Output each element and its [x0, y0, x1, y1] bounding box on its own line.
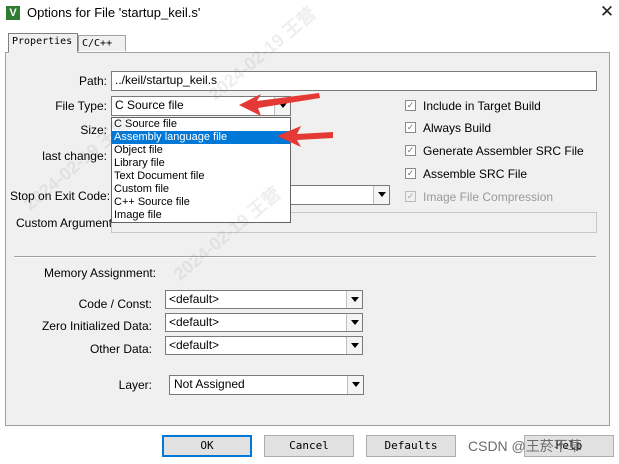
app-icon: V: [6, 6, 20, 20]
assemble-src-checkbox[interactable]: ✓: [405, 168, 416, 179]
layer-value: Not Assigned: [174, 377, 245, 391]
tab-properties[interactable]: Properties: [8, 33, 78, 53]
other-data-label: Other Data:: [89, 342, 152, 356]
include-target-label: Include in Target Build: [423, 99, 541, 113]
include-target-checkbox[interactable]: ✓: [405, 100, 416, 111]
tab-c-cpp[interactable]: C/C++: [78, 35, 126, 51]
generate-asm-src-checkbox[interactable]: ✓: [405, 145, 416, 156]
image-compression-label: Image File Compression: [423, 190, 554, 204]
path-label: Path:: [78, 74, 107, 88]
size-label: Size:: [80, 123, 107, 137]
code-const-label: Code / Const:: [78, 297, 152, 311]
path-field[interactable]: ../keil/startup_keil.s: [111, 71, 597, 91]
chevron-down-icon[interactable]: [347, 376, 363, 394]
custom-args-label: Custom Arguments:: [16, 216, 122, 230]
csdn-watermark: CSDN @王菸不草: [468, 438, 582, 454]
chevron-down-icon[interactable]: [346, 314, 362, 331]
stop-on-exit-label: Stop on Exit Code:: [10, 189, 111, 203]
file-type-option[interactable]: Image file: [112, 209, 290, 222]
file-type-option[interactable]: C++ Source file: [112, 196, 290, 209]
file-type-option[interactable]: Custom file: [112, 183, 290, 196]
annotation-arrows: [239, 93, 333, 147]
chevron-down-icon[interactable]: [373, 186, 389, 204]
title-bar: V Options for File 'startup_keil.s' ✕: [0, 0, 619, 27]
assemble-src-label: Assemble SRC File: [423, 167, 528, 181]
other-data-combo[interactable]: <default>: [165, 336, 363, 355]
chevron-down-icon[interactable]: [346, 337, 362, 354]
memory-section-label: Memory Assignment:: [44, 266, 157, 280]
window-title: Options for File 'startup_keil.s': [27, 5, 201, 20]
zero-init-value: <default>: [169, 315, 220, 329]
annotation-arrow-icon: [239, 93, 320, 116]
always-build-label: Always Build: [423, 121, 492, 135]
annotation-arrow-icon: [277, 126, 333, 147]
defaults-button[interactable]: Defaults: [366, 435, 456, 457]
code-const-value: <default>: [169, 292, 220, 306]
ok-button[interactable]: OK: [162, 435, 252, 457]
other-data-value: <default>: [169, 338, 220, 352]
cancel-button[interactable]: Cancel: [264, 435, 354, 457]
last-change-label: last change:: [42, 149, 107, 163]
generate-asm-src-label: Generate Assembler SRC File: [423, 144, 584, 158]
code-const-combo[interactable]: <default>: [165, 290, 363, 309]
always-build-checkbox[interactable]: ✓: [405, 122, 416, 133]
file-type-label: File Type:: [55, 99, 107, 113]
layer-label: Layer:: [118, 378, 152, 392]
zero-init-combo[interactable]: <default>: [165, 313, 363, 332]
chevron-down-icon[interactable]: [346, 291, 362, 308]
close-icon[interactable]: ✕: [597, 2, 617, 22]
layer-combo[interactable]: Not Assigned: [169, 375, 364, 395]
separator: [14, 256, 596, 258]
zero-init-label: Zero Initialized Data:: [41, 319, 152, 333]
file-type-value: C Source file: [115, 98, 184, 112]
file-type-option[interactable]: Library file: [112, 157, 290, 170]
file-type-option[interactable]: Text Document file: [112, 170, 290, 183]
image-compression-checkbox: ✓: [405, 191, 416, 202]
